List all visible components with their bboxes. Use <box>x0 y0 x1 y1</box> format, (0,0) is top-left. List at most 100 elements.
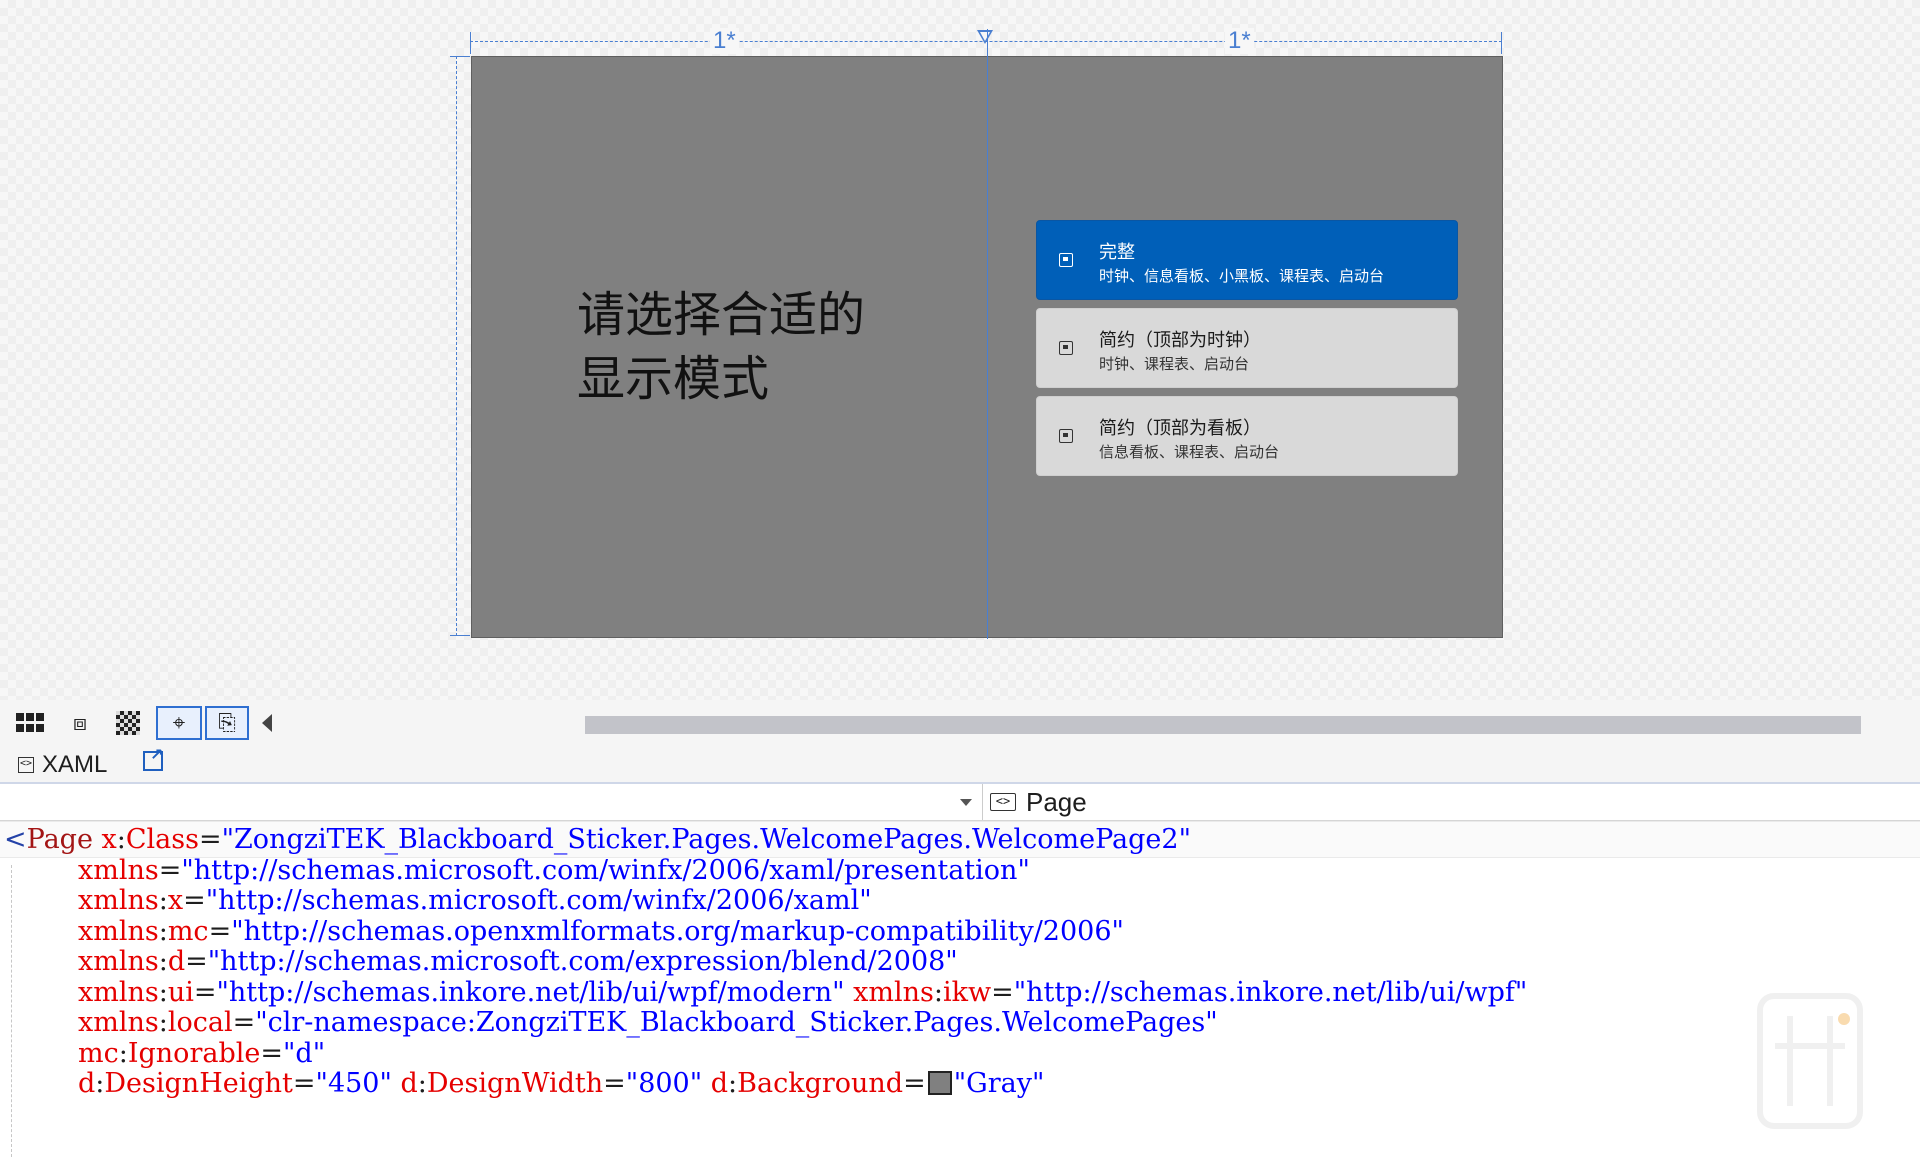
scroll-left-icon[interactable] <box>262 714 272 732</box>
ruler-left-end <box>470 32 471 54</box>
artboard-icon: ⎘ <box>218 710 236 735</box>
quote: " <box>221 824 235 855</box>
attribute-value: clr-namespace:ZongziTEK_Blackboard_Stick… <box>267 1007 1206 1038</box>
right-column-width[interactable]: 1* <box>1225 28 1254 54</box>
attribute-value: d <box>295 1037 313 1069</box>
equals-sign: = <box>185 946 208 977</box>
quote: " <box>1514 976 1528 1008</box>
attribute-name: ikw <box>943 976 992 1008</box>
quote: " <box>945 946 958 977</box>
snap-to-snaplines-button[interactable]: ⌖ <box>156 706 202 740</box>
namespace-separator: : <box>118 1037 128 1069</box>
toggle-transparency-button[interactable] <box>110 706 146 740</box>
quote: " <box>953 1068 967 1099</box>
row-ruler-line <box>456 56 457 636</box>
column-splitter-handle[interactable] <box>977 30 993 44</box>
namespace-separator: : <box>933 976 943 1008</box>
checkerboard-icon <box>116 711 140 735</box>
namespace-separator: : <box>728 1068 738 1099</box>
attribute-value: http://schemas.microsoft.com/expression/… <box>220 946 946 977</box>
quote: " <box>379 1068 392 1099</box>
attribute-namespace: xmlns <box>78 885 159 916</box>
indent-guide <box>11 865 12 1157</box>
mode-option-name: 简约（顶部为时钟） <box>1099 330 1261 351</box>
namespace-separator: : <box>158 915 168 947</box>
namespace-separator: : <box>116 824 126 855</box>
equals-sign: = <box>193 976 217 1008</box>
row-ruler-bottom-tick <box>450 635 470 636</box>
quote: " <box>1013 976 1027 1008</box>
attribute-name: xmlns <box>78 854 159 886</box>
member-scope-dropdown[interactable]: <> Page <box>990 784 1087 820</box>
quote: " <box>1111 915 1124 947</box>
attribute-value: http://schemas.microsoft.com/winfx/2006/… <box>193 854 1018 886</box>
quote: " <box>859 885 872 916</box>
color-swatch-icon[interactable] <box>927 1071 952 1095</box>
artboard-toggle-button[interactable]: ⎘ <box>205 706 249 740</box>
attribute-value: 800 <box>638 1068 690 1099</box>
page-preview[interactable]: 请选择合适的 显示模式 完整 时钟、信息看板、小黑板、课程表、启动台 简约（顶部… <box>471 29 1503 639</box>
xaml-code-editor[interactable]: <Page x:Class="ZongziTEK_Blackboard_Stic… <box>0 821 1920 1157</box>
mode-option-name: 完整 <box>1099 242 1135 263</box>
snap-to-grid-button[interactable]: ⧈ <box>62 706 98 740</box>
grid-icon <box>16 713 44 733</box>
watermark-dot <box>1838 1013 1850 1025</box>
scrollbar-thumb[interactable] <box>585 716 1861 734</box>
mode-option-name: 简约（顶部为看板） <box>1099 418 1261 439</box>
row-ruler <box>446 56 470 638</box>
equals-sign: = <box>199 824 222 855</box>
equals-sign: = <box>158 854 182 886</box>
app-logo-watermark-icon <box>1757 993 1863 1129</box>
namespace-separator: : <box>417 1068 427 1099</box>
mode-option-full[interactable]: 完整 时钟、信息看板、小黑板、课程表、启动台 <box>1036 220 1458 300</box>
attribute-name: mc <box>167 915 209 947</box>
attribute-name: d <box>167 946 186 977</box>
equals-sign: = <box>183 885 206 916</box>
mode-option-simple-board[interactable]: 简约（顶部为看板） 信息看板、课程表、启动台 <box>1036 396 1458 476</box>
tag-open-bracket: < <box>4 824 27 855</box>
equals-sign: = <box>991 976 1014 1008</box>
ruler-right-end <box>1501 32 1502 54</box>
attribute-name: local <box>167 1007 233 1038</box>
type-scope-dropdown[interactable] <box>0 784 983 820</box>
equals-sign: = <box>260 1037 283 1069</box>
popout-icon[interactable] <box>143 745 163 771</box>
quote: " <box>1031 1068 1045 1099</box>
quote: " <box>207 946 221 977</box>
snap-lines-icon: ⌖ <box>172 710 186 735</box>
chevron-down-icon[interactable] <box>960 799 972 806</box>
quote: " <box>315 1068 328 1099</box>
toggle-grid-button[interactable] <box>12 706 48 740</box>
namespace-separator: : <box>158 885 168 916</box>
xaml-designer-surface[interactable]: 1* 1* 请选择合适的 显示模式 完整 时钟、信息看板、小黑板、课程表、启动台… <box>0 0 1920 700</box>
attribute-value: 450 <box>327 1068 380 1099</box>
attribute-namespace: d <box>78 1068 96 1099</box>
member-scope-value: Page <box>1026 786 1087 817</box>
attribute-namespace: d <box>400 1068 418 1099</box>
snap-grid-icon: ⧈ <box>73 710 87 735</box>
element-tag: Page <box>26 824 93 855</box>
quote: " <box>1017 854 1030 886</box>
attribute-value: Gray <box>966 1068 1032 1099</box>
attribute-value: http://schemas.microsoft.com/winfx/2006/… <box>218 885 860 916</box>
namespace-separator: : <box>158 1007 168 1038</box>
quote: " <box>1205 1007 1218 1038</box>
mode-option-simple-clock[interactable]: 简约（顶部为时钟） 时钟、课程表、启动台 <box>1036 308 1458 388</box>
namespace-separator: : <box>158 976 168 1008</box>
attribute-namespace: xmlns <box>78 1007 159 1038</box>
designer-horizontal-scrollbar[interactable] <box>585 716 1861 734</box>
attribute-namespace: xmlns <box>78 915 159 947</box>
attribute-namespace: xmlns <box>853 976 934 1008</box>
code-line[interactable]: d:DesignHeight="450" d:DesignWidth="800"… <box>78 1065 1044 1102</box>
tab-xaml[interactable]: <> XAML <box>18 750 107 780</box>
quote: " <box>181 854 194 886</box>
attribute-value: http://schemas.openxmlformats.org/markup… <box>243 915 1112 947</box>
attribute-name: Background <box>737 1068 904 1099</box>
column-ruler: 1* 1* <box>470 28 1502 58</box>
attribute-name: DesignWidth <box>426 1068 604 1099</box>
row-ruler-top-tick <box>450 56 470 57</box>
column-divider[interactable] <box>987 29 988 639</box>
mode-option-description: 信息看板、课程表、启动台 <box>1099 443 1280 461</box>
left-column-width[interactable]: 1* <box>710 28 739 54</box>
quote: " <box>689 1068 703 1099</box>
